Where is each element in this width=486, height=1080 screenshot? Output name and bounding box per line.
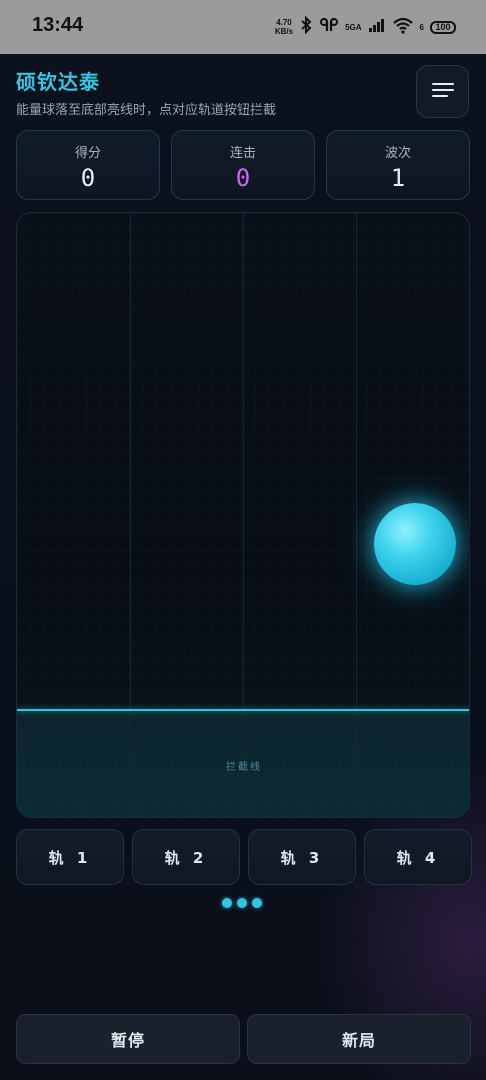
- net-speed: 4.70 KB/s: [275, 18, 293, 36]
- battery-icon: 100: [430, 20, 456, 34]
- combo-value: 0: [235, 164, 251, 192]
- lane-1-button[interactable]: 轨 1: [16, 829, 124, 885]
- combo-card: 连击 0: [171, 130, 315, 200]
- wave-label: 波次: [384, 146, 411, 161]
- new-game-button[interactable]: 新局: [247, 1014, 471, 1064]
- dot: [252, 898, 262, 908]
- score-label: 得分: [74, 146, 101, 161]
- game-board[interactable]: 拦截线: [16, 212, 470, 818]
- earbuds-icon: [319, 16, 339, 38]
- score-value: 0: [80, 164, 96, 192]
- signal-icon: [368, 17, 386, 37]
- net-speed-unit: KB/s: [274, 27, 294, 36]
- score-card: 得分 0: [16, 130, 160, 200]
- net-speed-value: 4.70: [276, 18, 292, 27]
- network-type: 5GA: [345, 22, 362, 32]
- status-bar: 13:44 4.70 KB/s 5GA 6 100: [0, 0, 486, 54]
- intercept-label: 拦截线: [226, 762, 262, 773]
- game-screen: 13:44 4.70 KB/s 5GA 6 100 硕钦达泰 能量球落至底部亮线…: [0, 0, 486, 1080]
- lane-divider: [243, 213, 244, 817]
- status-icons: 4.70 KB/s 5GA 6 100: [275, 14, 456, 40]
- progress-dots: [222, 898, 262, 908]
- game-instructions: 能量球落至底部亮线时，点对应轨道按钮拦截: [16, 103, 277, 118]
- status-time: 13:44: [32, 14, 84, 36]
- lane-divider: [356, 213, 357, 817]
- combo-label: 连击: [229, 146, 256, 161]
- wifi-icon: [392, 16, 414, 38]
- dot: [237, 898, 247, 908]
- lane-2-button[interactable]: 轨 2: [132, 829, 240, 885]
- wave-card: 波次 1: [326, 130, 470, 200]
- wave-value: 1: [390, 164, 406, 192]
- wifi-sub: 6: [419, 22, 424, 32]
- lane-3-button[interactable]: 轨 3: [248, 829, 356, 885]
- intercept-line: [17, 709, 469, 711]
- menu-button[interactable]: [416, 65, 469, 118]
- menu-icon: [431, 82, 454, 102]
- stats-bar: 得分 0 连击 0 波次 1: [16, 130, 470, 200]
- lane-4-button[interactable]: 轨 4: [364, 829, 472, 885]
- lane-divider: [130, 213, 131, 817]
- pause-button[interactable]: 暂停: [16, 1014, 240, 1064]
- dot: [222, 898, 232, 908]
- energy-orb: [373, 503, 456, 585]
- bluetooth-icon: [299, 15, 313, 38]
- game-title: 硕钦达泰: [16, 70, 100, 94]
